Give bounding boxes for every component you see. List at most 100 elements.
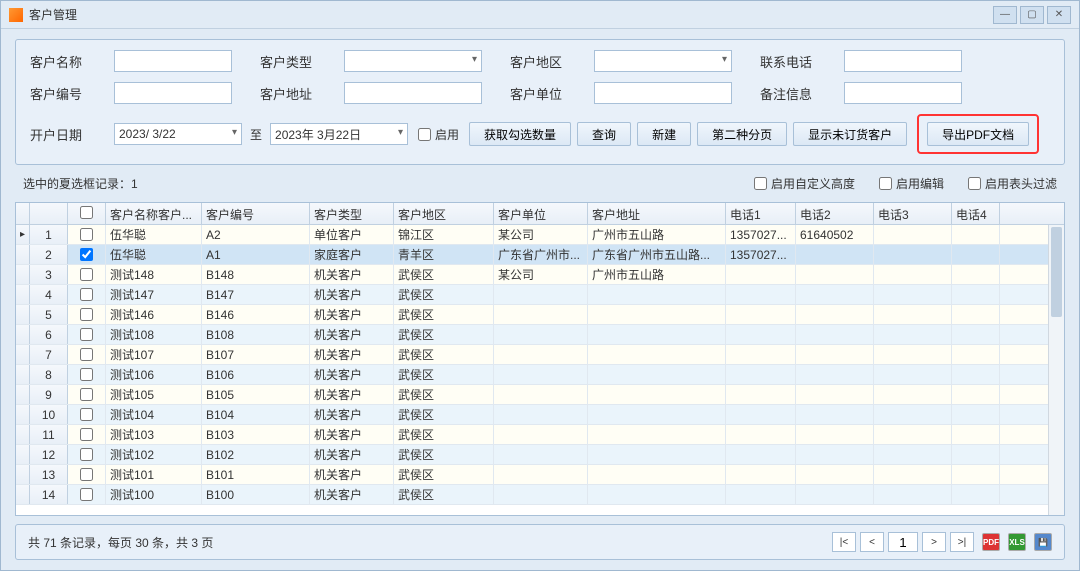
row-checkbox-cell[interactable] bbox=[68, 485, 106, 504]
checkbox-enable-date-input[interactable] bbox=[418, 128, 431, 141]
cell-unit bbox=[494, 305, 588, 324]
checkbox-enable-edit[interactable]: 启用编辑 bbox=[879, 175, 944, 192]
row-checkbox-cell[interactable] bbox=[68, 365, 106, 384]
checkbox-custom-height[interactable]: 启用自定义高度 bbox=[754, 175, 855, 192]
col-addr[interactable]: 客户地址 bbox=[588, 203, 726, 224]
table-row[interactable]: 7测试107B107机关客户武侯区 bbox=[16, 345, 1064, 365]
cell-type: 家庭客户 bbox=[310, 245, 394, 264]
row-checkbox[interactable] bbox=[80, 288, 93, 301]
cell-addr bbox=[588, 485, 726, 504]
row-checkbox[interactable] bbox=[80, 448, 93, 461]
row-checkbox-cell[interactable] bbox=[68, 425, 106, 444]
button-query[interactable]: 查询 bbox=[577, 122, 631, 146]
col-checkbox-header[interactable] bbox=[68, 203, 106, 224]
date-from[interactable]: 2023/ 3/22 bbox=[114, 123, 242, 145]
table-row[interactable]: 2伍华聪A1家庭客户青羊区广东省广州市...广东省广州市五山路...135702… bbox=[16, 245, 1064, 265]
selected-count-label: 选中的夏选框记录：1 bbox=[23, 175, 138, 192]
table-row[interactable]: 5测试146B146机关客户武侯区 bbox=[16, 305, 1064, 325]
row-checkbox-cell[interactable] bbox=[68, 405, 106, 424]
button-new[interactable]: 新建 bbox=[637, 122, 691, 146]
row-checkbox-cell[interactable] bbox=[68, 245, 106, 264]
button-export-pdf[interactable]: 导出PDF文档 bbox=[927, 122, 1029, 146]
table-row[interactable]: 3测试148B148机关客户武侯区某公司广州市五山路 bbox=[16, 265, 1064, 285]
col-name[interactable]: 客户名称客户... bbox=[106, 203, 202, 224]
input-customer-addr[interactable] bbox=[344, 82, 482, 104]
input-customer-code[interactable] bbox=[114, 82, 232, 104]
maximize-button[interactable]: ▢ bbox=[1020, 6, 1044, 24]
table-row[interactable]: 11测试103B103机关客户武侯区 bbox=[16, 425, 1064, 445]
table-row[interactable]: 12测试102B102机关客户武侯区 bbox=[16, 445, 1064, 465]
input-customer-unit[interactable] bbox=[594, 82, 732, 104]
cell-unit: 广东省广州市... bbox=[494, 245, 588, 264]
page-last-button[interactable]: >| bbox=[950, 532, 974, 552]
combo-customer-type[interactable] bbox=[344, 50, 482, 72]
checkbox-enable-date[interactable]: 启用 bbox=[418, 126, 459, 143]
row-checkbox[interactable] bbox=[80, 268, 93, 281]
col-type[interactable]: 客户类型 bbox=[310, 203, 394, 224]
button-show-unordered[interactable]: 显示未订货客户 bbox=[793, 122, 907, 146]
table-row[interactable]: 9测试105B105机关客户武侯区 bbox=[16, 385, 1064, 405]
cell-addr: 广东省广州市五山路... bbox=[588, 245, 726, 264]
table-row[interactable]: 13测试101B101机关客户武侯区 bbox=[16, 465, 1064, 485]
export-xls-icon[interactable]: XLS bbox=[1008, 533, 1026, 551]
input-customer-name[interactable] bbox=[114, 50, 232, 72]
cell-region: 武侯区 bbox=[394, 345, 494, 364]
row-checkbox-cell[interactable] bbox=[68, 345, 106, 364]
close-button[interactable]: ✕ bbox=[1047, 6, 1071, 24]
row-checkbox-cell[interactable] bbox=[68, 305, 106, 324]
row-checkbox-cell[interactable] bbox=[68, 265, 106, 284]
page-prev-button[interactable]: < bbox=[860, 532, 884, 552]
page-first-button[interactable]: |< bbox=[832, 532, 856, 552]
row-checkbox[interactable] bbox=[80, 388, 93, 401]
row-checkbox-cell[interactable] bbox=[68, 285, 106, 304]
col-code[interactable]: 客户编号 bbox=[202, 203, 310, 224]
scroll-thumb[interactable] bbox=[1051, 227, 1062, 317]
cell-tel3 bbox=[874, 345, 952, 364]
row-checkbox-cell[interactable] bbox=[68, 465, 106, 484]
row-checkbox[interactable] bbox=[80, 308, 93, 321]
row-checkbox[interactable] bbox=[80, 488, 93, 501]
table-row[interactable]: ▸1伍华聪A2单位客户锦江区某公司广州市五山路1357027...6164050… bbox=[16, 225, 1064, 245]
input-remark[interactable] bbox=[844, 82, 962, 104]
vertical-scrollbar[interactable] bbox=[1048, 225, 1064, 515]
minimize-button[interactable]: — bbox=[993, 6, 1017, 24]
row-checkbox[interactable] bbox=[80, 248, 93, 261]
row-checkbox[interactable] bbox=[80, 228, 93, 241]
row-number: 2 bbox=[30, 245, 68, 264]
col-region[interactable]: 客户地区 bbox=[394, 203, 494, 224]
save-icon[interactable]: 💾 bbox=[1034, 533, 1052, 551]
checkbox-header-filter[interactable]: 启用表头过滤 bbox=[968, 175, 1057, 192]
row-checkbox[interactable] bbox=[80, 428, 93, 441]
row-checkbox-cell[interactable] bbox=[68, 445, 106, 464]
date-to[interactable]: 2023年 3月22日 bbox=[270, 123, 408, 145]
table-row[interactable]: 6测试108B108机关客户武侯区 bbox=[16, 325, 1064, 345]
row-checkbox-cell[interactable] bbox=[68, 225, 106, 244]
row-checkbox[interactable] bbox=[80, 328, 93, 341]
input-tel[interactable] bbox=[844, 50, 962, 72]
row-checkbox[interactable] bbox=[80, 368, 93, 381]
button-second-paging[interactable]: 第二种分页 bbox=[697, 122, 787, 146]
col-unit[interactable]: 客户单位 bbox=[494, 203, 588, 224]
row-checkbox[interactable] bbox=[80, 348, 93, 361]
col-tel4[interactable]: 电话4 bbox=[952, 203, 1000, 224]
col-tel2[interactable]: 电话2 bbox=[796, 203, 874, 224]
row-checkbox-cell[interactable] bbox=[68, 385, 106, 404]
page-next-button[interactable]: > bbox=[922, 532, 946, 552]
page-number-input[interactable] bbox=[888, 532, 918, 552]
table-row[interactable]: 10测试104B104机关客户武侯区 bbox=[16, 405, 1064, 425]
col-tel1[interactable]: 电话1 bbox=[726, 203, 796, 224]
row-checkbox[interactable] bbox=[80, 468, 93, 481]
row-number: 5 bbox=[30, 305, 68, 324]
row-number: 11 bbox=[30, 425, 68, 444]
cell-type: 机关客户 bbox=[310, 465, 394, 484]
row-checkbox-cell[interactable] bbox=[68, 325, 106, 344]
table-row[interactable]: 4测试147B147机关客户武侯区 bbox=[16, 285, 1064, 305]
button-get-checked-count[interactable]: 获取勾选数量 bbox=[469, 122, 571, 146]
export-pdf-icon[interactable]: PDF bbox=[982, 533, 1000, 551]
combo-customer-region[interactable] bbox=[594, 50, 732, 72]
col-tel3[interactable]: 电话3 bbox=[874, 203, 952, 224]
row-checkbox[interactable] bbox=[80, 408, 93, 421]
cell-name: 测试102 bbox=[106, 445, 202, 464]
table-row[interactable]: 8测试106B106机关客户武侯区 bbox=[16, 365, 1064, 385]
table-row[interactable]: 14测试100B100机关客户武侯区 bbox=[16, 485, 1064, 505]
